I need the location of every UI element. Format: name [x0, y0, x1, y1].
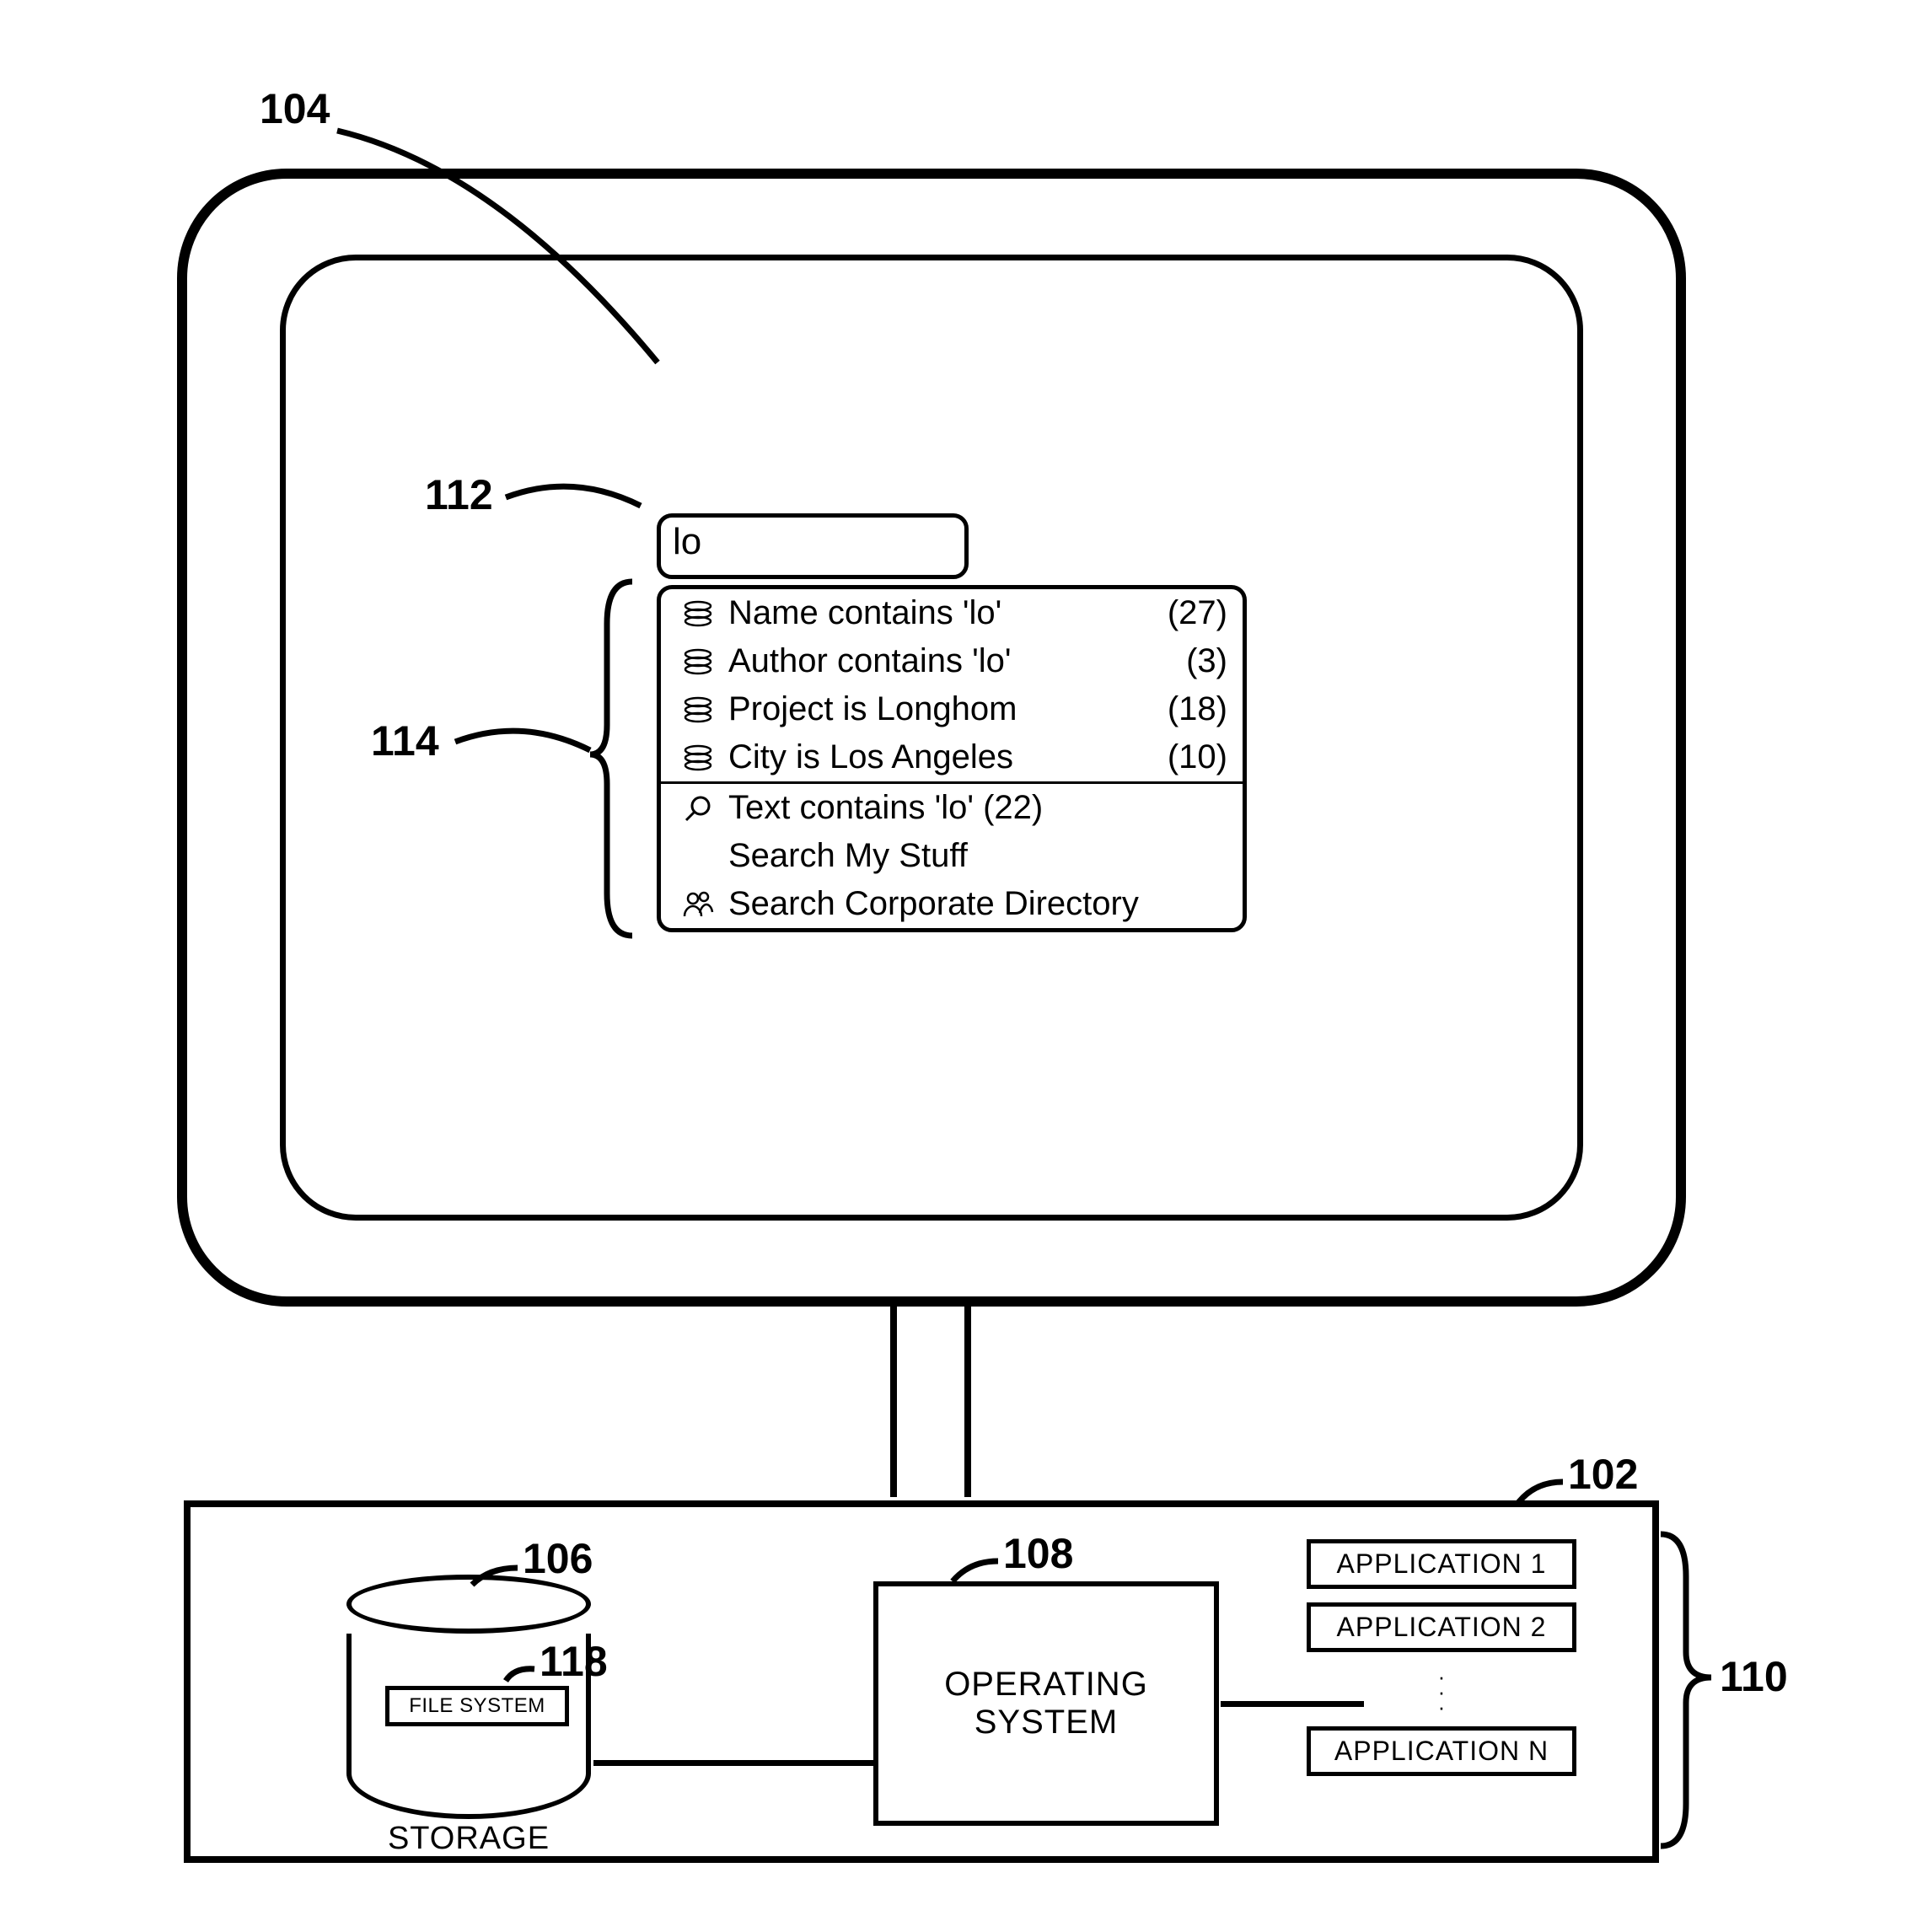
callout-102: 102	[1568, 1450, 1638, 1499]
os-line1: OPERATING	[944, 1666, 1148, 1704]
suggestion-count: (18)	[1152, 690, 1227, 728]
monitor-stand	[890, 1303, 971, 1497]
operating-system-box: OPERATING SYSTEM	[873, 1581, 1219, 1826]
suggestion-item[interactable]: Text contains 'lo' (22)	[661, 784, 1243, 832]
application-column: APPLICATION 1 APPLICATION 2 ··· APPLICAT…	[1307, 1539, 1576, 1790]
search-value: lo	[673, 521, 701, 562]
storage-cylinder: FILE SYSTEM STORAGE	[346, 1575, 591, 1857]
suggestion-item[interactable]: Project is Longhom (18)	[661, 685, 1243, 733]
os-line2: SYSTEM	[974, 1704, 1118, 1741]
suggestion-label: City is Los Angeles	[720, 738, 1152, 776]
callout-112: 112	[425, 470, 493, 519]
callout-104: 104	[260, 84, 330, 133]
suggestion-item[interactable]: Author contains 'lo' (3)	[661, 637, 1243, 685]
callout-106: 106	[523, 1534, 593, 1583]
suggestion-count: (10)	[1152, 738, 1227, 776]
stack-icon	[676, 647, 720, 676]
suggestion-label: Search My Stuff	[720, 837, 1227, 875]
search-input[interactable]: lo	[657, 513, 969, 579]
stack-icon	[676, 695, 720, 724]
suggestion-item[interactable]: City is Los Angeles (10)	[661, 733, 1243, 781]
suggestion-label: Search Corporate Directory	[720, 885, 1227, 923]
callout-108: 108	[1003, 1529, 1073, 1578]
suggestion-label: Name contains 'lo'	[720, 594, 1152, 632]
suggestion-count: (27)	[1152, 594, 1227, 632]
stack-icon	[676, 599, 720, 628]
suggestion-count: (3)	[1171, 642, 1227, 680]
application-box: APPLICATION 2	[1307, 1602, 1576, 1652]
people-icon	[676, 888, 720, 921]
suggestion-panel: Name contains 'lo' (27) Author contains …	[657, 585, 1247, 932]
callout-110: 110	[1720, 1652, 1788, 1701]
application-box: APPLICATION N	[1307, 1726, 1576, 1776]
suggestion-label: Text contains 'lo' (22)	[720, 789, 1227, 827]
search-icon	[676, 792, 720, 825]
suggestion-item[interactable]: Name contains 'lo' (27)	[661, 589, 1243, 637]
stack-icon	[676, 743, 720, 772]
blank-icon	[676, 840, 720, 873]
suggestion-label: Project is Longhom	[720, 690, 1152, 728]
screen-area: lo Name contains 'lo' (27) Author contai…	[280, 255, 1583, 1221]
suggestion-item[interactable]: Search Corporate Directory	[661, 880, 1243, 928]
storage-to-os-line	[593, 1760, 876, 1766]
suggestion-label: Author contains 'lo'	[720, 642, 1171, 680]
callout-118: 118	[540, 1637, 608, 1686]
file-system-label: FILE SYSTEM	[385, 1686, 569, 1726]
storage-label: STORAGE	[346, 1821, 591, 1857]
application-ellipsis: ···	[1307, 1666, 1576, 1726]
suggestion-item[interactable]: Search My Stuff	[661, 832, 1243, 880]
computer-base: FILE SYSTEM STORAGE OPERATING SYSTEM APP…	[184, 1500, 1659, 1863]
callout-114: 114	[371, 716, 439, 765]
application-box: APPLICATION 1	[1307, 1539, 1576, 1589]
